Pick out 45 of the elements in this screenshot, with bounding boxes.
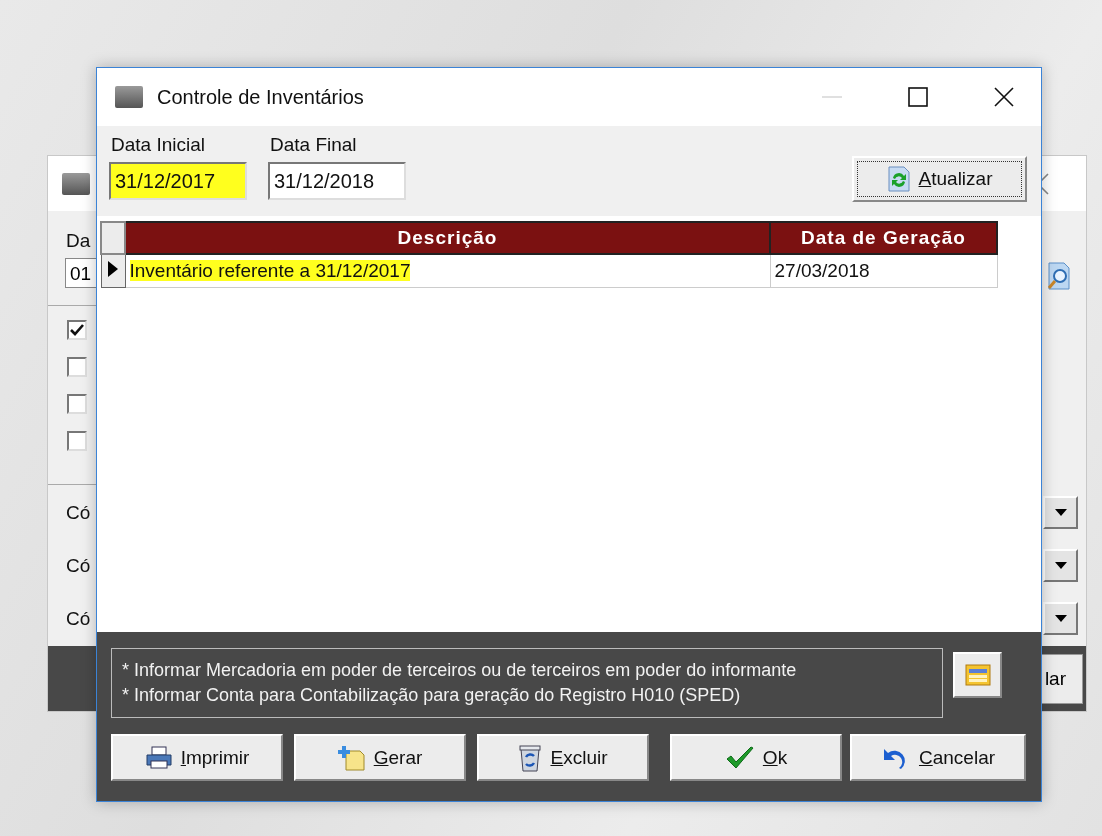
checkbox[interactable] bbox=[67, 394, 87, 414]
table-cell: 27/03/2018 bbox=[770, 254, 997, 288]
field-label: Có bbox=[66, 502, 92, 524]
note-text: * Informar Mercadoria em poder de terceiros ou de terceiros em poder do informante bbox=[122, 659, 798, 682]
date-field[interactable]: 31/12/2018 bbox=[268, 162, 406, 200]
search-icon[interactable] bbox=[1046, 261, 1072, 291]
window-title: Controle de Inventários bbox=[157, 85, 364, 109]
dropdown-button[interactable] bbox=[1043, 496, 1078, 529]
caret-icon bbox=[1054, 562, 1067, 569]
field-label: Data Final bbox=[270, 134, 358, 156]
caret-icon bbox=[1054, 615, 1067, 622]
row-indicator[interactable] bbox=[101, 254, 125, 288]
caret-icon bbox=[1054, 509, 1067, 516]
maximize-icon[interactable] bbox=[908, 87, 928, 107]
app-icon bbox=[115, 86, 143, 108]
printer-icon bbox=[144, 745, 173, 770]
action-button[interactable]: Ok bbox=[670, 734, 842, 781]
refresh-icon bbox=[886, 166, 911, 192]
field-label: Da bbox=[66, 230, 92, 252]
field-label: Có bbox=[66, 608, 92, 630]
date-field[interactable]: 31/12/2017 bbox=[109, 162, 247, 200]
app-icon bbox=[62, 172, 90, 195]
table-cell: Inventário referente a 31/12/2017 bbox=[125, 254, 770, 288]
column-header[interactable]: Data de Geração bbox=[770, 222, 997, 254]
checkmark-icon bbox=[724, 745, 755, 770]
field-label: Data Inicial bbox=[111, 134, 206, 156]
add-icon bbox=[337, 744, 366, 771]
action-button[interactable]: Imprimir bbox=[111, 734, 283, 781]
checkbox[interactable] bbox=[67, 320, 87, 340]
trash-icon bbox=[518, 743, 543, 772]
close-icon[interactable] bbox=[994, 87, 1014, 107]
window-icon bbox=[964, 663, 991, 687]
column-header[interactable]: Descrição bbox=[125, 222, 770, 254]
note-text: * Informar Conta para Contabilização para geração do Registro H010 (SPED) bbox=[122, 684, 742, 707]
checkbox[interactable] bbox=[67, 431, 87, 451]
checkbox[interactable] bbox=[67, 357, 87, 377]
field-label: Có bbox=[66, 555, 92, 577]
dropdown-button[interactable] bbox=[1043, 602, 1078, 635]
action-button[interactable]: Gerar bbox=[294, 734, 466, 781]
dropdown-button[interactable] bbox=[1043, 549, 1078, 582]
header-cell bbox=[101, 222, 125, 254]
options-button[interactable] bbox=[953, 652, 1002, 698]
action-button[interactable]: Excluir bbox=[477, 734, 649, 781]
refresh-button[interactable]: Atualizar bbox=[852, 156, 1027, 202]
action-button[interactable]: Cancelar bbox=[850, 734, 1026, 781]
